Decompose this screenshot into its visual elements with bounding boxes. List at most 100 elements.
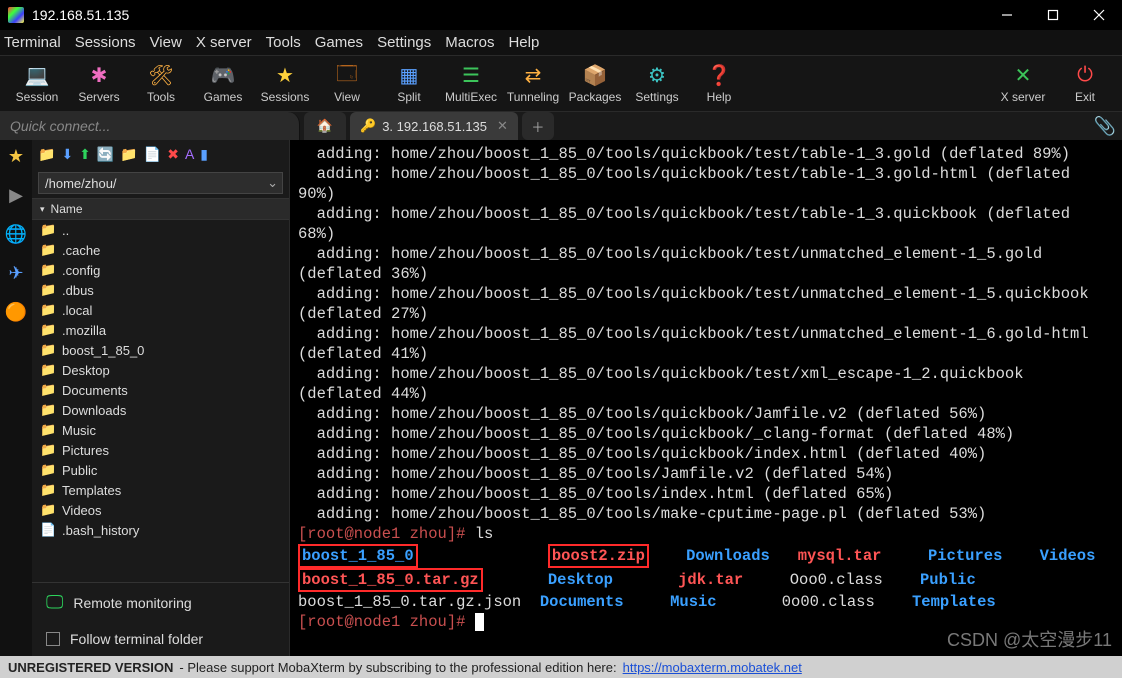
help-icon: ❓ (707, 64, 732, 88)
file-row[interactable]: 📁Music (32, 420, 289, 440)
file-row[interactable]: 📁boost_1_85_0 (32, 340, 289, 360)
follow-terminal-label: Follow terminal folder (70, 631, 203, 647)
toolbar-session[interactable]: 💻Session (6, 64, 68, 104)
dock-icon-1[interactable]: ▶ (9, 185, 23, 206)
file-row[interactable]: 📁 .cache (32, 240, 289, 260)
view-icon: 🗔 (336, 64, 358, 88)
exit-icon: ⏻ (1077, 64, 1093, 88)
toolbar-help[interactable]: ❓Help (688, 64, 750, 104)
file-name: .cache (62, 243, 100, 258)
toggle-icon[interactable]: ▮ (200, 146, 208, 163)
file-name: .local (62, 303, 92, 318)
file-row[interactable]: 📁.. (32, 220, 289, 240)
toolbar-view[interactable]: 🗔View (316, 64, 378, 104)
delete-icon[interactable]: ✖ (167, 146, 179, 163)
chevron-down-icon[interactable]: ⌄ (267, 175, 278, 191)
remote-monitoring-button[interactable]: 🖵 Remote monitoring (32, 582, 289, 622)
file-name: Pictures (62, 443, 109, 458)
file-row[interactable]: 📁 Videos (32, 500, 289, 520)
file-row[interactable]: 📁Public (32, 460, 289, 480)
menu-macros[interactable]: Macros (445, 34, 494, 51)
toolbar-exit[interactable]: ⏻Exit (1054, 64, 1116, 104)
dock-icon-0[interactable]: ★ (8, 146, 24, 167)
status-link[interactable]: https://mobaxterm.mobatek.net (623, 660, 802, 675)
toolbar-label: X server (1001, 90, 1046, 104)
menu-settings[interactable]: Settings (377, 34, 431, 51)
maximize-button[interactable] (1030, 0, 1076, 30)
name-column-header[interactable]: ▾ Name (32, 198, 289, 220)
x-server-icon: ✕ (1015, 64, 1032, 88)
servers-icon: ✱ (91, 64, 108, 88)
file-name: Videos (62, 503, 102, 518)
menu-sessions[interactable]: Sessions (75, 34, 136, 51)
main-area: ★ ▶ 🌐 ✈ 🟠 📁 ⬇ ⬆ 🔄 📁 📄 ✖ A ▮ /home/zhou/ ⌄ ▾ Name 📁..… (0, 140, 1122, 656)
newfile-icon[interactable]: 📄 (144, 146, 161, 163)
toolbar-servers[interactable]: ✱ Servers (68, 64, 130, 104)
file-name: Downloads (62, 403, 126, 418)
dock-icon-3[interactable]: ✈ (8, 263, 23, 284)
toolbar-label: Session (16, 90, 59, 104)
close-button[interactable] (1076, 0, 1122, 30)
download-icon[interactable]: ⬇ (61, 146, 73, 163)
checkbox-icon[interactable] (46, 632, 60, 646)
newfolder-icon[interactable]: 📁 (120, 146, 137, 163)
toolbar-label: Servers (78, 90, 119, 104)
dock-icon-2[interactable]: 🌐 (5, 224, 27, 245)
file-row[interactable]: 📁.dbus (32, 280, 289, 300)
file-row[interactable]: 📄.bash_history (32, 520, 289, 540)
tab-home[interactable]: 🏠 (304, 112, 346, 140)
menu-games[interactable]: Games (315, 34, 363, 51)
toolbar-split[interactable]: ▦Split (378, 64, 440, 104)
file-row[interactable]: 📁.config (32, 260, 289, 280)
file-row[interactable]: 📁Desktop (32, 360, 289, 380)
toolbar-packages[interactable]: 📦Packages (564, 64, 626, 104)
toolbar-games[interactable]: 🎮Games (192, 64, 254, 104)
toolbar-label: MultiExec (445, 90, 497, 104)
menu-x-server[interactable]: X server (196, 34, 252, 51)
file-row[interactable]: 📁.local (32, 300, 289, 320)
menu-help[interactable]: Help (508, 34, 539, 51)
minimize-button[interactable] (984, 0, 1030, 30)
toolbar-label: Settings (635, 90, 678, 104)
refresh-icon[interactable]: 🔄 (97, 146, 114, 163)
new-tab-button[interactable]: ＋ (522, 112, 554, 140)
toolbar-sessions[interactable]: ★Sessions (254, 64, 316, 104)
folder-icon: 📁 (40, 402, 56, 418)
tab-session[interactable]: 🔑 3. 192.168.51.135 ✕ (350, 112, 518, 140)
toolbar-tools[interactable]: 🛠Tools (130, 64, 192, 104)
file-name: Public (62, 463, 97, 478)
toolbar-multiexec[interactable]: ☰MultiExec (440, 64, 502, 104)
folder-icon: 📁 (40, 282, 56, 298)
file-list[interactable]: 📁..📁.cache📁.config📁.dbus📁.local📁.mozilla… (32, 220, 289, 582)
file-name: .bash_history (62, 523, 139, 538)
toolbar-settings[interactable]: ⚙Settings (626, 64, 688, 104)
close-icon[interactable]: ✕ (497, 118, 508, 134)
folder-icon: 📁 (40, 242, 56, 258)
file-name: boost_1_85_0 (62, 343, 144, 358)
file-row[interactable]: 📁Documents (32, 380, 289, 400)
toolbar-label: Tools (147, 90, 175, 104)
tunneling-icon: ⇄ (525, 64, 542, 88)
folder-icon: 📁 (40, 502, 56, 518)
follow-terminal-row[interactable]: Follow terminal folder (32, 622, 289, 656)
menu-view[interactable]: View (150, 34, 182, 51)
dock-icon-4[interactable]: 🟠 (5, 302, 27, 323)
upload-icon[interactable]: ⬆ (79, 146, 91, 163)
menu-tools[interactable]: Tools (266, 34, 301, 51)
toolbar-tunneling[interactable]: ⇄Tunneling (502, 64, 564, 104)
file-row[interactable]: 📁Pictures (32, 440, 289, 460)
file-row[interactable]: 📁Templates (32, 480, 289, 500)
tabs-row: Quick connect... 🏠 🔑 3. 192.168.51.135 ✕… (0, 112, 1122, 140)
paperclip-icon[interactable]: 📎 (1088, 112, 1122, 140)
properties-icon[interactable]: A (185, 146, 194, 162)
folder-icon[interactable]: 📁 (38, 146, 55, 163)
path-input[interactable]: /home/zhou/ ⌄ (38, 172, 283, 194)
titlebar: 192.168.51.135 (0, 0, 1122, 30)
quick-connect-input[interactable]: Quick connect... (0, 112, 300, 140)
file-row[interactable]: 📁.mozilla (32, 320, 289, 340)
menu-terminal[interactable]: Terminal (4, 34, 61, 51)
app-icon (8, 7, 24, 23)
terminal[interactable]: adding: home/zhou/boost_1_85_0/tools/qui… (290, 140, 1122, 656)
file-row[interactable]: 📁 Downloads (32, 400, 289, 420)
toolbar-x-server[interactable]: ✕ X server (992, 64, 1054, 104)
